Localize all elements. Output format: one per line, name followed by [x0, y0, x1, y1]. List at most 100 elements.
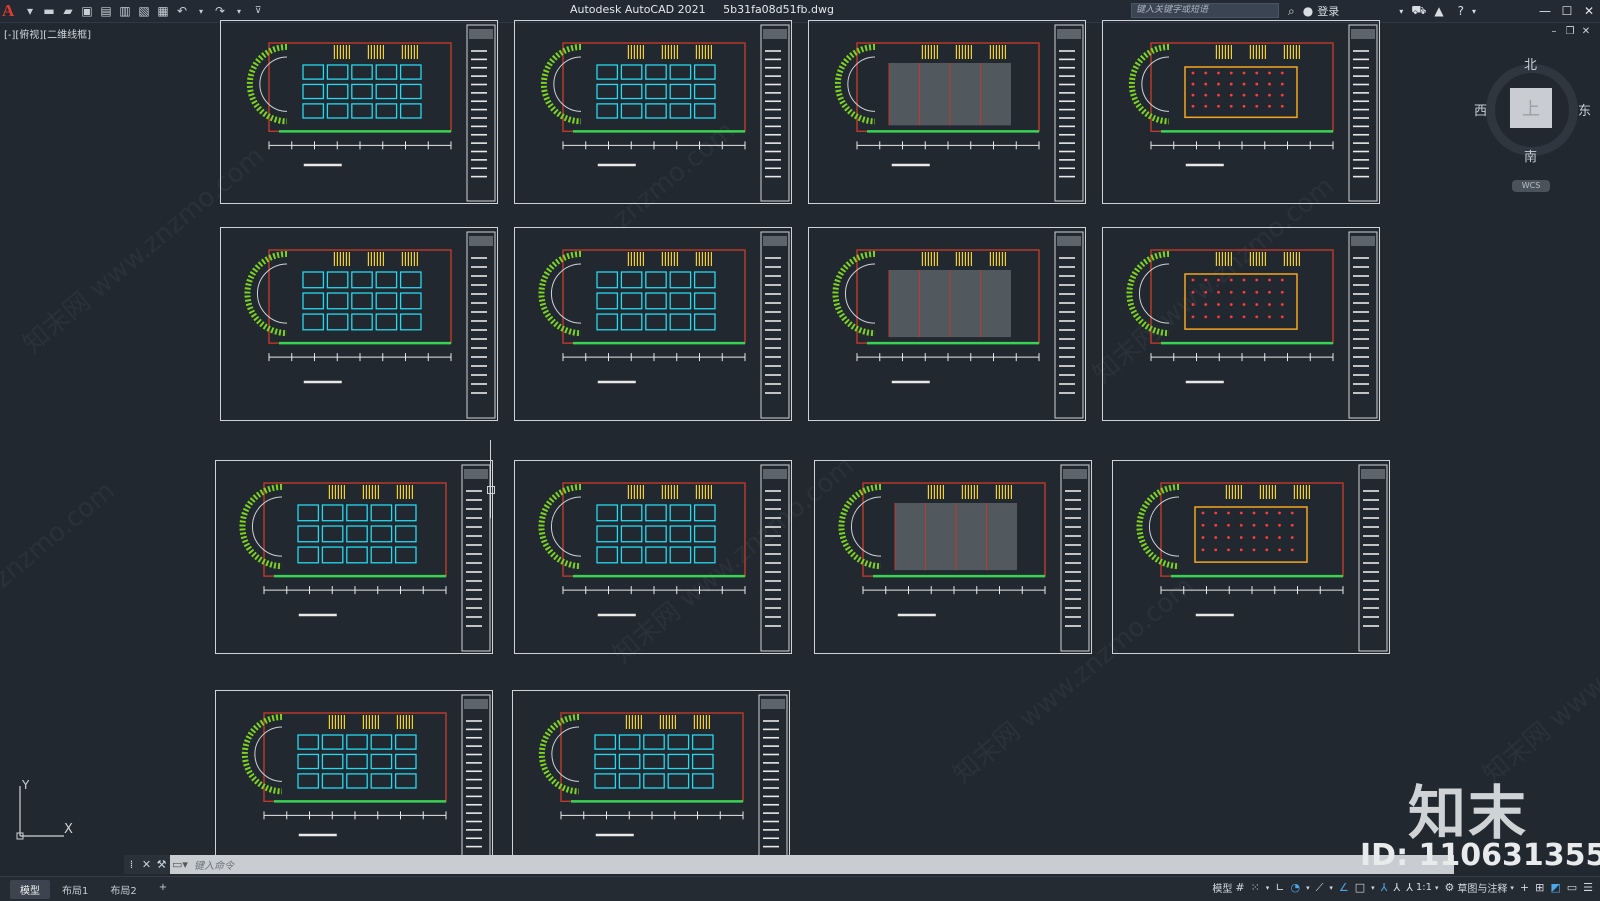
command-input[interactable]: 键入命令 [194, 857, 234, 872]
drawing-sheet[interactable] [220, 227, 498, 421]
app-menu-chevron-icon[interactable]: ▾ [22, 3, 38, 19]
annotation-monitor-icon[interactable]: + [1520, 881, 1529, 894]
isolate-objects-icon[interactable]: ◩ [1550, 881, 1560, 894]
compass-south[interactable]: 南 [1524, 146, 1537, 165]
annotation-scale-value[interactable]: 1:1 [1416, 882, 1432, 893]
snap-dropdown-icon[interactable]: ▾ [1266, 884, 1270, 892]
compass-north[interactable]: 北 [1524, 54, 1537, 73]
viewport-controls[interactable]: [-][俯视][二维线框] [4, 26, 91, 41]
help-dropdown-icon[interactable]: ▾ [1472, 7, 1476, 16]
drawing-minimize-icon[interactable]: – [1546, 26, 1562, 37]
drawing-sheet[interactable] [1102, 227, 1380, 421]
login-dropdown-icon[interactable]: ▾ [1399, 7, 1403, 16]
annotation-scale-icon[interactable]: ⅄ [1406, 881, 1413, 894]
floor-plan-drawing [538, 464, 790, 652]
drawing-sheet[interactable] [808, 20, 1086, 204]
workspace-dropdown-icon[interactable]: ▾ [1510, 884, 1514, 892]
wcs-menu-button[interactable]: WCS [1512, 180, 1550, 192]
drawing-sheet[interactable] [1112, 460, 1390, 654]
viewcube-top-face[interactable]: 上 [1510, 88, 1552, 128]
drawing-sheet[interactable] [220, 20, 498, 204]
print-icon[interactable]: ▦ [155, 3, 171, 19]
floor-plan-drawing [834, 24, 1084, 202]
login-link[interactable]: 登录 [1317, 3, 1339, 19]
close-icon[interactable]: ✕ [1578, 0, 1600, 22]
undo-icon[interactable]: ↶ [174, 3, 190, 19]
drawing-sheet[interactable] [215, 690, 493, 874]
minimize-icon[interactable]: — [1534, 0, 1556, 22]
object-snap-icon[interactable]: □ [1355, 881, 1365, 894]
model-space-toggle[interactable]: 模型 [1212, 880, 1232, 895]
compass-west[interactable]: 西 [1474, 100, 1487, 119]
command-line-tools: ⁞ ✕ ⚒ [124, 855, 170, 874]
autocad-logo-icon[interactable]: A [2, 1, 20, 21]
save-icon[interactable]: ▣ [79, 3, 95, 19]
command-grip-icon[interactable]: ⁞ [124, 858, 139, 871]
open-icon[interactable]: ▰ [60, 3, 76, 19]
scale-dropdown-icon[interactable]: ▾ [1435, 884, 1439, 892]
user-icon[interactable]: ● [1303, 4, 1313, 18]
drawing-sheet[interactable] [512, 690, 790, 874]
customize-icon[interactable]: ⊽ [250, 3, 266, 19]
drawing-sheet[interactable] [215, 460, 493, 654]
command-history-icon[interactable]: ▭▾ [172, 858, 188, 871]
drawing-sheet[interactable] [1102, 20, 1380, 204]
search-input[interactable]: 键入关键字或短语 [1131, 3, 1279, 18]
help-icon[interactable]: ? [1458, 4, 1464, 18]
crosshair-cursor [490, 440, 491, 518]
command-close-icon[interactable]: ✕ [139, 858, 154, 871]
workspace-gear-icon[interactable]: ⚙ [1444, 881, 1454, 894]
command-line[interactable]: ▭▾ 键入命令 [124, 855, 1454, 874]
add-layout-button[interactable]: + [149, 880, 177, 899]
isodraft-dropdown-icon[interactable]: ▾ [1329, 884, 1333, 892]
cart-icon[interactable]: ⛟ [1411, 3, 1426, 19]
workspace-switch[interactable]: 草图与注释 [1457, 880, 1507, 895]
layout-tab[interactable]: 模型 [10, 880, 50, 899]
maximize-icon[interactable]: ☐ [1556, 0, 1578, 22]
layout-tab[interactable]: 布局1 [52, 880, 98, 899]
annotation-visibility-icon[interactable]: ⅄ [1381, 881, 1388, 894]
units-icon[interactable]: ⊞ [1535, 881, 1544, 894]
auto-scale-icon[interactable]: ⅄ [1393, 881, 1400, 894]
drawing-close-icon[interactable]: ✕ [1578, 26, 1594, 37]
autodesk-app-icon[interactable]: ▲ [1434, 4, 1443, 18]
file-name: 5b31fa08d51fb.dwg [723, 3, 834, 16]
crosshair-pickbox [487, 486, 495, 494]
drawing-sheet[interactable] [514, 460, 792, 654]
polar-icon[interactable]: ◔ [1291, 881, 1301, 894]
object-snap-tracking-icon[interactable]: ∠ [1339, 881, 1349, 894]
compass-east[interactable]: 东 [1578, 100, 1591, 119]
publish-icon[interactable]: ▥ [117, 3, 133, 19]
isodraft-icon[interactable]: ⟋ [1316, 881, 1324, 895]
watermark-id: ID: 1106313550 [1360, 838, 1600, 873]
drawing-sheet[interactable] [808, 227, 1086, 421]
redo-dropdown-icon[interactable]: ▾ [231, 3, 247, 19]
drawing-sheet[interactable] [514, 20, 792, 204]
status-bar: 模型 布局1 布局2 + 模型 # ⁙ ▾ ∟ ◔ ▾ ⟋ ▾ ∠ □ ▾ ⅄ ⅄ ⅄… [0, 876, 1600, 901]
viewcube[interactable]: 上 北 南 西 东 WCS [1474, 58, 1591, 198]
undo-dropdown-icon[interactable]: ▾ [193, 3, 209, 19]
snap-icon[interactable]: ⁙ [1251, 881, 1260, 894]
saveas-icon[interactable]: ▤ [98, 3, 114, 19]
clean-screen-icon[interactable]: ▭ [1567, 881, 1577, 894]
plot-preview-icon[interactable]: ▧ [136, 3, 152, 19]
floor-plan-drawing [838, 464, 1090, 652]
object-snap-dropdown-icon[interactable]: ▾ [1371, 884, 1375, 892]
layout-tab[interactable]: 布局2 [100, 880, 146, 899]
floor-plan-drawing [538, 694, 788, 872]
drawing-sheet[interactable] [514, 227, 792, 421]
command-customize-icon[interactable]: ⚒ [154, 858, 169, 871]
customization-menu-icon[interactable]: ☰ [1583, 881, 1593, 894]
floor-plan-drawing [239, 464, 491, 652]
window-title: Autodesk AutoCAD 2021 5b31fa08d51fb.dwg [570, 3, 848, 16]
search-icon[interactable]: ⌕ [1288, 4, 1295, 19]
redo-icon[interactable]: ↷ [212, 3, 228, 19]
polar-dropdown-icon[interactable]: ▾ [1306, 884, 1310, 892]
new-icon[interactable]: ▬ [41, 3, 57, 19]
floor-plan-drawing [1128, 24, 1378, 202]
drawing-restore-icon[interactable]: ❐ [1562, 26, 1578, 37]
grid-icon[interactable]: # [1235, 881, 1244, 894]
floor-plan-drawing [1126, 231, 1378, 419]
drawing-sheet[interactable] [814, 460, 1092, 654]
ortho-icon[interactable]: ∟ [1275, 881, 1284, 894]
